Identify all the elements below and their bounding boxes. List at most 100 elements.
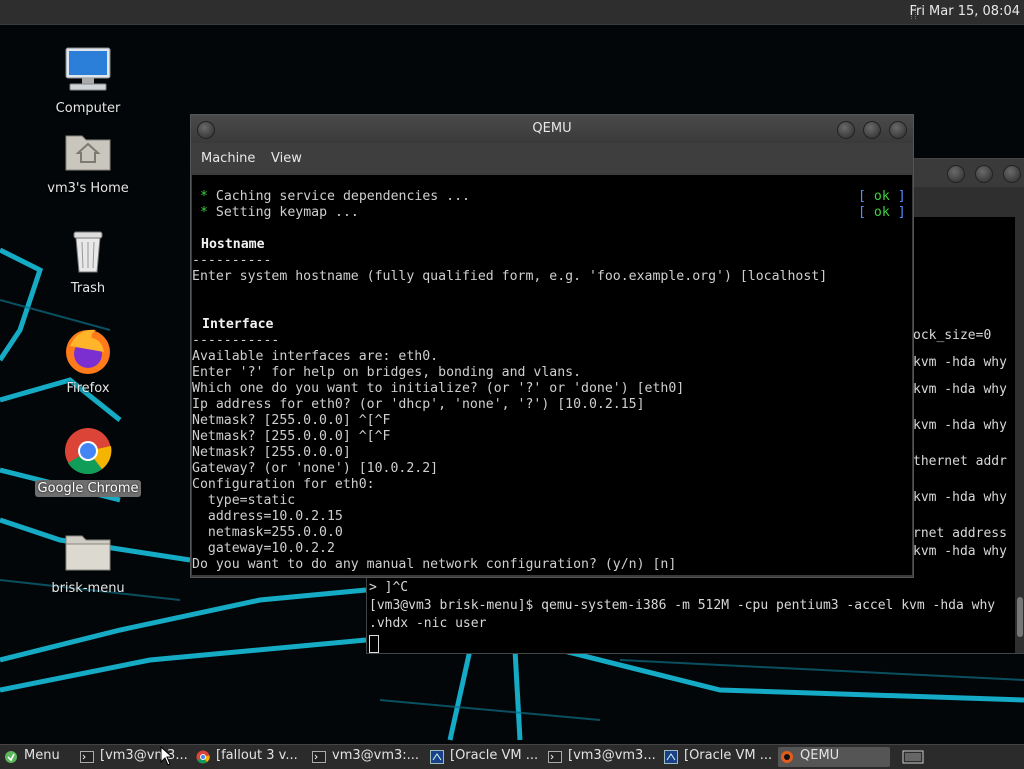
task-label: [vm3@vm3...: [568, 748, 656, 763]
menu-label: Menu: [24, 748, 60, 763]
desktop-icon-computer[interactable]: Computer: [28, 46, 148, 117]
status-bullet: *: [200, 189, 208, 204]
terminal-icon: [548, 750, 562, 764]
top-panel: Fri Mar 15, 08:04: [0, 0, 1024, 25]
chrome-icon: [60, 426, 116, 476]
console-line: address=10.0.2.15: [192, 509, 343, 524]
clock[interactable]: Fri Mar 15, 08:04: [909, 4, 1020, 19]
task-button[interactable]: [vm3@vm3...: [546, 747, 658, 767]
bracket: [: [858, 189, 866, 204]
desktop-icon-home[interactable]: vm3's Home: [28, 126, 148, 197]
desktop-icon-label: Firefox: [66, 381, 110, 396]
maximize-button[interactable]: [863, 121, 881, 139]
terminal-line: rnet address: [913, 526, 1007, 541]
console-line: Ip address for eth0? (or 'dhcp', 'none',…: [192, 397, 645, 412]
terminal-command-line: [vm3@vm3 brisk-menu]$ qemu-system-i386 -…: [369, 598, 996, 613]
terminal-line: kvm -hda why: [913, 544, 1007, 559]
show-desktop-button[interactable]: [896, 747, 928, 767]
section-rule: -----------: [192, 333, 280, 348]
task-button[interactable]: vm3@vm3:...: [310, 747, 422, 767]
section-rule: ----------: [192, 253, 272, 268]
terminal-icon: [80, 750, 94, 764]
bracket: ]: [897, 189, 906, 204]
console-line: Configuration for eth0:: [192, 477, 375, 492]
task-label: [vm3@vm3...: [100, 748, 188, 763]
console-line: Netmask? [255.0.0.0] ^[^F: [192, 413, 391, 428]
task-button[interactable]: [fallout 3 v...: [194, 747, 304, 767]
terminal-line: thernet addr: [913, 454, 1007, 469]
console-line: Available interfaces are: eth0.: [192, 349, 439, 364]
desktop-icon-brisk-menu[interactable]: brisk-menu: [28, 526, 148, 597]
terminal-icon: [312, 750, 326, 764]
terminal-line: ock_size=0: [913, 328, 992, 343]
taskbar: Menu [vm3@vm3... [fallout 3 v... vm3@vm3…: [0, 744, 1024, 769]
section-heading: Interface: [202, 317, 274, 332]
firefox-icon: [60, 326, 116, 376]
terminal-line: kvm -hda why: [913, 382, 1007, 397]
ok-status: ok: [873, 189, 890, 204]
menu-icon: [4, 750, 18, 764]
terminal-scrollbar[interactable]: [1015, 217, 1024, 653]
desktop-icon-trash[interactable]: Trash: [28, 226, 148, 297]
console-line: Netmask? [255.0.0.0] ^[^F: [192, 429, 391, 444]
task-label: [fallout 3 v...: [216, 748, 298, 763]
terminal-line: kvm -hda why: [913, 355, 1007, 370]
console-line: Caching service dependencies ...: [215, 189, 470, 204]
task-label: vm3@vm3:...: [332, 748, 420, 763]
terminal-line: kvm -hda why: [913, 490, 1007, 505]
terminal-line: kvm -hda why: [913, 418, 1007, 433]
computer-icon: [60, 46, 116, 96]
desktop-icon-chrome[interactable]: Google Chrome: [28, 426, 148, 497]
console-line: Setting keymap ...: [215, 205, 359, 220]
desktop-icon-firefox[interactable]: Firefox: [28, 326, 148, 397]
desktop-icon-label: Google Chrome: [34, 480, 142, 497]
desktop-icon-label: brisk-menu: [51, 581, 125, 596]
console-line: gateway=10.0.2.2: [192, 541, 335, 556]
trash-icon: [60, 226, 116, 276]
console-line: type=static: [192, 493, 296, 508]
desktop-icon-label: vm3's Home: [47, 181, 129, 196]
virtualbox-icon: [430, 750, 444, 764]
window-title: QEMU: [532, 121, 572, 136]
scrollbar-thumb[interactable]: [1017, 597, 1023, 637]
task-button-active[interactable]: QEMU: [778, 747, 890, 767]
task-label: [Oracle VM ...: [450, 748, 539, 763]
qemu-menubar: Machine View: [191, 143, 913, 173]
task-button[interactable]: [Oracle VM ...: [428, 747, 540, 767]
console-prompt-line: Do you want to do any manual network con…: [192, 557, 677, 572]
task-label: [Oracle VM ...: [684, 748, 773, 763]
mouse-cursor-icon: [160, 746, 174, 766]
terminal-cursor: [369, 635, 379, 653]
home-folder-icon: [60, 126, 116, 176]
bracket: ]: [897, 205, 906, 220]
menu-button[interactable]: Menu: [2, 747, 70, 767]
terminal-command-line: .vhdx -nic user: [369, 616, 487, 631]
console-line: Which one do you want to initialize? (or…: [192, 381, 685, 396]
task-label: QEMU: [800, 748, 840, 763]
section-heading: Hostname: [201, 237, 265, 252]
desktop-icon-label: Computer: [55, 101, 121, 116]
chrome-icon: [196, 750, 210, 764]
show-desktop-icon: [902, 750, 924, 764]
close-button[interactable]: [889, 121, 907, 139]
qemu-window[interactable]: QEMU Machine View * Caching service depe…: [190, 114, 914, 578]
minimize-button[interactable]: [947, 165, 965, 183]
qemu-vm-display[interactable]: * Caching service dependencies ... [ ok …: [192, 175, 912, 575]
virtualbox-icon: [664, 750, 678, 764]
console-line: Netmask? [255.0.0.0]: [192, 445, 351, 460]
maximize-button[interactable]: [975, 165, 993, 183]
folder-icon: [60, 526, 116, 576]
console-line: netmask=255.0.0.0: [192, 525, 343, 540]
console-line: Gateway? (or 'none') [10.0.2.2]: [192, 461, 439, 476]
qemu-titlebar[interactable]: QEMU: [191, 115, 913, 143]
console-line: Enter system hostname (fully qualified f…: [192, 269, 828, 284]
task-button[interactable]: [Oracle VM ...: [662, 747, 774, 767]
ok-status: ok: [873, 205, 890, 220]
menu-machine[interactable]: Machine: [201, 151, 255, 166]
close-button[interactable]: [1003, 165, 1021, 183]
minimize-button[interactable]: [837, 121, 855, 139]
status-bullet: *: [200, 205, 208, 220]
terminal-line: > ]^C: [369, 580, 409, 595]
bracket: [: [858, 205, 866, 220]
menu-view[interactable]: View: [271, 151, 302, 166]
